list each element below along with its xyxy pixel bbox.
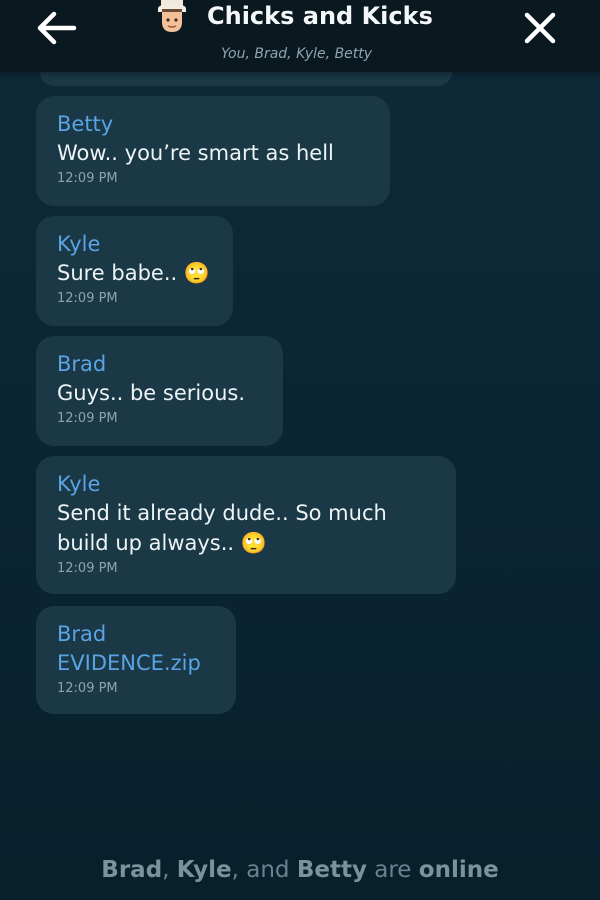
- message-timestamp: 12:09 PM: [57, 561, 118, 576]
- group-avatar[interactable]: [152, 0, 192, 36]
- arrow-left-icon: [37, 11, 77, 45]
- file-attachment-link[interactable]: EVIDENCE.zip: [57, 648, 216, 678]
- message-text: Sure babe.. 🙄: [57, 261, 211, 285]
- chat-header: Chicks and Kicks You, Brad, Kyle, Betty: [0, 0, 600, 72]
- message-text: Wow.. you’re smart as hell: [57, 141, 334, 165]
- message-timestamp: 12:09 PM: [57, 411, 118, 426]
- online-verb: are: [366, 857, 419, 883]
- online-status-bar: Brad, Kyle, and Betty are online: [0, 857, 600, 883]
- message-bubble[interactable]: Kyle Send it already dude.. So much buil…: [36, 456, 456, 594]
- message-sender: Betty: [57, 112, 114, 136]
- online-user-kyle: Kyle: [176, 857, 232, 883]
- message-text: Guys.. be serious.: [57, 381, 246, 405]
- message-timestamp: 12:09 PM: [57, 171, 118, 186]
- close-button[interactable]: [520, 8, 560, 48]
- online-user-betty: Betty: [296, 857, 367, 883]
- message-sender: Brad: [57, 622, 107, 646]
- chat-participants: You, Brad, Kyle, Betty: [221, 46, 373, 62]
- group-avatar-icon: [158, 0, 186, 32]
- online-separator: ,: [162, 857, 177, 883]
- message-bubble[interactable]: Brad Guys.. be serious. 12:09 PM: [36, 336, 283, 446]
- close-icon: [524, 12, 556, 44]
- message-sender: Kyle: [57, 232, 101, 256]
- chat-title: Chicks and Kicks: [207, 2, 433, 30]
- online-separator: , and: [231, 857, 297, 883]
- message-bubble[interactable]: Betty Wow.. you’re smart as hell 12:09 P…: [36, 96, 390, 206]
- back-button[interactable]: [36, 10, 80, 46]
- message-sender: Kyle: [57, 472, 101, 496]
- message-sender: Brad: [57, 352, 107, 376]
- message-text: Send it already dude.. So much build up …: [57, 501, 387, 555]
- online-status-label: online: [418, 857, 499, 883]
- message-bubble[interactable]: Kyle Sure babe.. 🙄 12:09 PM: [36, 216, 233, 326]
- message-bubble[interactable]: Brad EVIDENCE.zip 12:09 PM: [36, 606, 236, 714]
- message-timestamp: 12:09 PM: [57, 681, 118, 696]
- online-user-brad: Brad: [101, 857, 163, 883]
- message-timestamp: 12:09 PM: [57, 291, 118, 306]
